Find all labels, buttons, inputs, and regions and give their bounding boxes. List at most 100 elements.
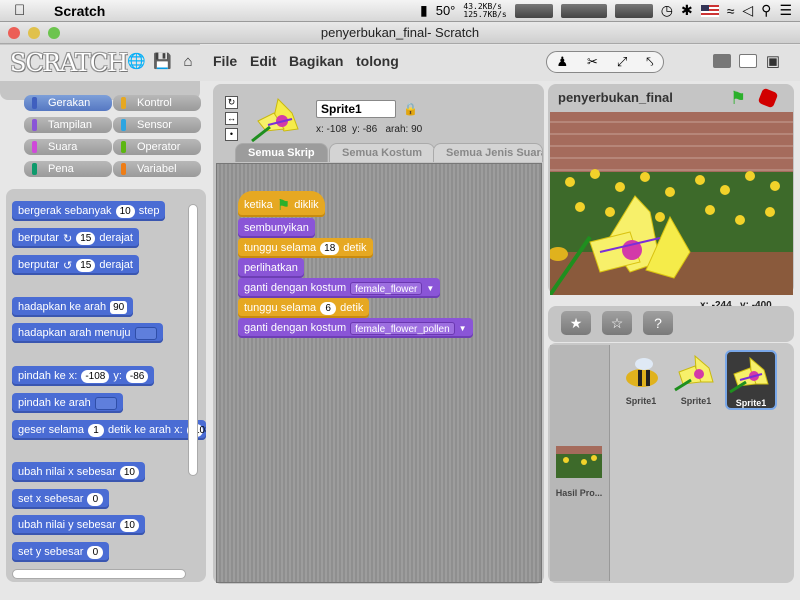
spotlight-search-icon[interactable]: ⚲ [761, 2, 771, 19]
close-window-button[interactable] [8, 27, 20, 39]
menu-file[interactable]: File [213, 53, 237, 69]
mac-menubar:  Scratch ▮ 50° 43.2KB/s125.7KB/s ◷ ✱ ≈ … [0, 0, 800, 22]
switch-costume-block[interactable]: ganti dengan kostum female_flower ▼ [238, 278, 441, 298]
apple-icon[interactable]:  [14, 2, 25, 19]
share-upload-icon[interactable]: ⌂ [179, 53, 197, 71]
category-motion[interactable]: Gerakan [24, 95, 112, 111]
project-title: penyerbukan_final [558, 90, 673, 105]
switch-costume-block[interactable]: ganti dengan kostum female_flower_pollen ▼ [238, 318, 473, 338]
status-tray: ▮ 50° 43.2KB/s 125.7KB/s ◷ ✱ ≈ ◁ ⚲ ☰ [420, 2, 792, 19]
save-icon[interactable]: 💾 [153, 53, 172, 71]
turn-left-icon: ↺ [62, 259, 73, 272]
green-flag-button[interactable]: ⚑ [730, 88, 746, 109]
small-stage-view-button[interactable] [739, 54, 757, 68]
normal-stage-view-button[interactable] [713, 54, 731, 68]
tab-costumes[interactable]: Semua Kostum [329, 143, 436, 162]
block-turn-left[interactable]: berputar ↺ 15 derajat [12, 255, 139, 275]
window-title: penyerbukan_final- Scratch [320, 25, 480, 40]
green-flag-icon: ⚑ [276, 197, 291, 214]
sprite-thumbnail-bee[interactable]: Sprite1 [615, 350, 667, 410]
grow-icon[interactable]: ⤢ [617, 54, 627, 70]
duplicate-stamp-icon[interactable]: ♟ [556, 54, 568, 70]
cpu-meter-icon[interactable] [514, 3, 553, 18]
rotate-style-lr-icon[interactable]: ↔ [225, 112, 238, 125]
block-point-towards[interactable]: hadapkan arah menuju [12, 323, 163, 343]
block-turn-right[interactable]: berputar ↻ 15 derajat [12, 228, 139, 248]
bee-sprite-image [626, 358, 658, 387]
bookmark-icon[interactable]: ▮ [420, 2, 428, 19]
bluetooth-icon[interactable]: ✱ [681, 2, 693, 19]
menu-help[interactable]: tolong [356, 53, 399, 69]
weather-temp[interactable]: 50° [436, 3, 456, 18]
category-control[interactable]: Kontrol [113, 95, 201, 111]
sprite-thumbnail-selected[interactable]: Sprite1 [725, 350, 777, 410]
menu-edit[interactable]: Edit [250, 53, 276, 69]
tab-scripts[interactable]: Semua Skrip [235, 143, 328, 162]
category-swatch [121, 119, 126, 131]
palette-vertical-scrollbar[interactable] [188, 204, 198, 476]
point-towards-dropdown[interactable] [134, 326, 157, 340]
time-machine-icon[interactable]: ◷ [661, 2, 673, 19]
category-looks[interactable]: Tampilan [24, 117, 112, 133]
stage-canvas[interactable] [550, 112, 793, 295]
category-operators[interactable]: Operator [113, 139, 201, 155]
category-swatch [121, 97, 126, 109]
app-menu[interactable]: Scratch [54, 3, 105, 19]
stage-thumbnail[interactable]: Hasil Pro... [553, 442, 605, 502]
category-swatch [32, 141, 37, 153]
globe-language-icon[interactable]: 🌐 [127, 53, 146, 71]
disk-meter-icon[interactable] [614, 3, 653, 18]
sprite-name-field[interactable]: Sprite1 [316, 100, 396, 118]
show-block[interactable]: perlihatkan [238, 258, 304, 278]
block-go-to-object[interactable]: pindah ke arah [12, 393, 123, 413]
category-sensing[interactable]: Sensor [113, 117, 201, 133]
notification-list-icon[interactable]: ☰ [779, 2, 792, 19]
shrink-icon[interactable]: ⤣ [646, 54, 653, 70]
block-set-y[interactable]: set y sebesar 0 [12, 542, 110, 562]
flower-pollen-sprite-image [729, 356, 769, 394]
rotate-style-none-icon[interactable]: • [225, 128, 238, 141]
presentation-mode-icon[interactable]: ▣ [764, 53, 782, 71]
zoom-window-button[interactable] [48, 27, 60, 39]
paint-new-sprite-icon[interactable]: ★ [561, 311, 591, 335]
sprite-thumbnail-flower[interactable]: Sprite1 [670, 350, 722, 410]
category-sound[interactable]: Suara [24, 139, 112, 155]
random-sprite-icon[interactable]: ? [643, 311, 673, 335]
sprite-info: x: -108 y: -86 arah: 90 [316, 124, 423, 135]
wait-block[interactable]: tunggu selama 6 detik [238, 298, 370, 318]
block-move-steps[interactable]: bergerak sebanyak 10 step [12, 201, 166, 221]
category-swatch [121, 141, 126, 153]
category-variables[interactable]: Variabel [113, 161, 201, 177]
category-swatch [32, 163, 37, 175]
block-glide[interactable]: geser selama1detik ke arah x:-108 [12, 420, 206, 440]
menu-share[interactable]: Bagikan [289, 53, 343, 69]
block-change-y[interactable]: ubah nilai y sebesar 10 [12, 515, 145, 535]
category-swatch [32, 97, 37, 109]
block-point-direction[interactable]: hadapkan ke arah 90 [12, 297, 134, 317]
palette-horizontal-scrollbar[interactable] [12, 569, 186, 579]
minimize-window-button[interactable] [28, 27, 40, 39]
block-go-to-xy[interactable]: pindah ke x: -108 y: -86 [12, 366, 155, 386]
category-pen[interactable]: Pena [24, 161, 112, 177]
network-speed[interactable]: 43.2KB/s 125.7KB/s [463, 2, 506, 19]
rotate-style-all-icon[interactable]: ↻ [225, 96, 238, 109]
memory-meter-icon[interactable] [560, 3, 607, 18]
wait-block[interactable]: tunggu selama 18 detik [238, 238, 373, 258]
dropdown-arrow-icon[interactable]: ▼ [426, 284, 434, 293]
block-change-x[interactable]: ubah nilai x sebesar 10 [12, 462, 145, 482]
when-flag-clicked-hat-block[interactable]: ketika ⚑ diklik [238, 191, 325, 217]
choose-sprite-from-file-icon[interactable]: ☆ [602, 311, 632, 335]
delete-scissors-icon[interactable]: ✂ [587, 54, 598, 70]
volume-icon[interactable]: ◁ [742, 2, 753, 19]
category-swatch [32, 119, 37, 131]
window-titlebar: penyerbukan_final- Scratch [0, 22, 800, 44]
lock-icon[interactable]: 🔒 [403, 102, 418, 116]
hide-block[interactable]: sembunyikan [238, 218, 315, 238]
block-set-x[interactable]: set x sebesar 0 [12, 489, 110, 509]
go-to-dropdown[interactable] [94, 396, 117, 410]
wifi-icon[interactable]: ≈ [727, 3, 735, 19]
input-source-flag-icon[interactable] [700, 4, 719, 17]
dropdown-arrow-icon[interactable]: ▼ [459, 324, 467, 333]
sprite-thumbnail [251, 98, 299, 143]
tab-sounds[interactable]: Semua Jenis Suara [433, 143, 543, 162]
